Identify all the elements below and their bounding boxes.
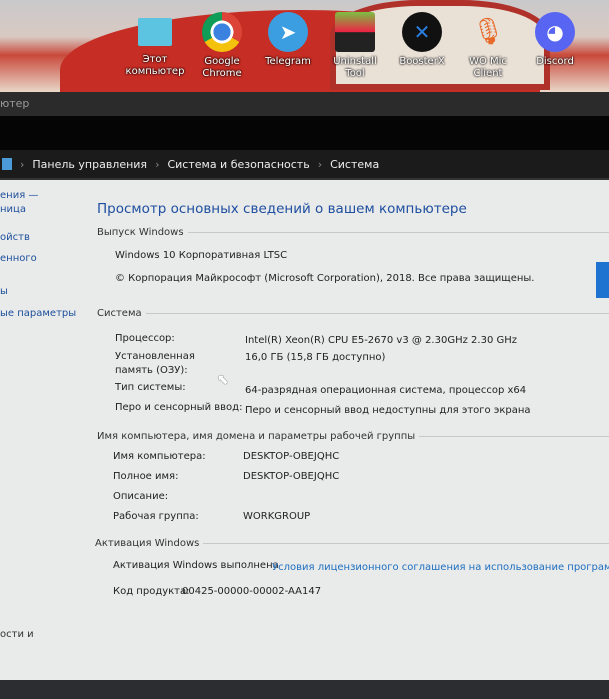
license-terms-link[interactable]: Условия лицензионного соглашения на испо… [272, 562, 609, 573]
desktop-icon-chrome[interactable]: Google Chrome [189, 0, 255, 80]
system-panel: ения — ница ойств енного ы ые параметры … [0, 180, 609, 680]
copyright: © Корпорация Майкрософт (Microsoft Corpo… [115, 273, 535, 284]
desktop-icon-this-pc[interactable]: Этот компьютер [122, 0, 188, 78]
page-title: Просмотр основных сведений о вашем компь… [97, 201, 467, 217]
edition-name: Windows 10 Корпоративная LTSC [115, 250, 288, 261]
telegram-icon: ➤ [268, 12, 308, 52]
sidebar-link[interactable]: ения — [0, 190, 38, 201]
sidebar-link[interactable]: енного [0, 253, 37, 264]
computer-name-label: Имя компьютера: [113, 451, 206, 462]
sidebar-link[interactable]: ница [0, 204, 26, 215]
windows-logo [596, 262, 609, 298]
desktop-icon-uninstall-tool[interactable]: Uninstall Tool [322, 0, 388, 80]
pen-touch-label: Перо и сенсорный ввод: [115, 402, 243, 413]
system-type-value: 64-разрядная операционная система, проце… [245, 385, 527, 396]
sidebar-link[interactable]: ые параметры [0, 308, 76, 319]
section-heading-system: Система [97, 308, 609, 319]
monitor-icon [138, 18, 172, 46]
breadcrumb-system[interactable]: Система [330, 158, 379, 171]
discord-icon: ◕ [535, 12, 575, 52]
desktop-icon-boosterx[interactable]: ✕ BoosterX [389, 0, 455, 68]
processor-value: Intel(R) Xeon(R) CPU E5-2670 v3 @ 2.30GH… [245, 335, 517, 346]
desktop: Этот компьютер Google Chrome ➤ Telegram U… [0, 0, 609, 92]
computer-name-value: DESKTOP-OBEJQHC [243, 451, 340, 462]
memory-value: 16,0 ГБ (15,8 ГБ доступно) [245, 352, 386, 363]
chevron-right-icon: › [20, 157, 25, 171]
chrome-icon [202, 12, 242, 52]
section-heading-computer-name: Имя компьютера, имя домена и параметры р… [97, 431, 609, 442]
full-name-value: DESKTOP-OBEJQHC [243, 471, 340, 482]
uninstall-tool-icon [335, 12, 375, 52]
processor-label: Процессор: [115, 333, 175, 344]
product-key-value: 00425-00000-00002-AA147 [182, 586, 322, 597]
workgroup-label: Рабочая группа: [113, 511, 199, 522]
product-key-label: Код продукта: [113, 586, 190, 597]
window-title: ютер [0, 97, 30, 110]
full-name-label: Полное имя: [113, 471, 179, 482]
desktop-icon-wo-mic[interactable]: 🎙 WO Mic Client [455, 0, 521, 80]
chevron-right-icon: › [155, 157, 160, 171]
pen-touch-value: Перо и сенсорный ввод недоступны для это… [245, 405, 531, 416]
workgroup-value: WORKGROUP [243, 511, 311, 522]
chevron-right-icon: › [317, 157, 323, 171]
section-heading-edition: Выпуск Windows [97, 227, 609, 238]
window-title-bar: ютер [0, 92, 609, 116]
microphone-icon: 🎙 [471, 17, 505, 47]
window-toolbar [0, 116, 609, 150]
breadcrumb-security[interactable]: Система и безопасность [167, 158, 309, 171]
sidebar-link[interactable]: ойств [0, 232, 30, 243]
desktop-icon-discord[interactable]: ◕ Discord [522, 0, 588, 68]
boosterx-icon: ✕ [402, 12, 442, 52]
monitor-bezel [0, 680, 609, 699]
control-panel-icon [2, 158, 12, 170]
system-type-label: Тип системы: [115, 382, 186, 393]
mouse-cursor-icon: ⬉ [217, 372, 229, 388]
sidebar-link[interactable]: ы [0, 286, 8, 297]
breadcrumb-control-panel[interactable]: Панель управления [32, 158, 147, 171]
activation-status: Активация Windows выполнена [113, 560, 279, 571]
sidebar-link[interactable]: ости и [0, 629, 34, 640]
section-heading-activation: Активация Windows [95, 538, 609, 549]
breadcrumb[interactable]: › Панель управления › Система и безопасн… [0, 150, 609, 180]
desktop-icon-telegram[interactable]: ➤ Telegram [255, 0, 321, 68]
description-label: Описание: [113, 491, 169, 502]
